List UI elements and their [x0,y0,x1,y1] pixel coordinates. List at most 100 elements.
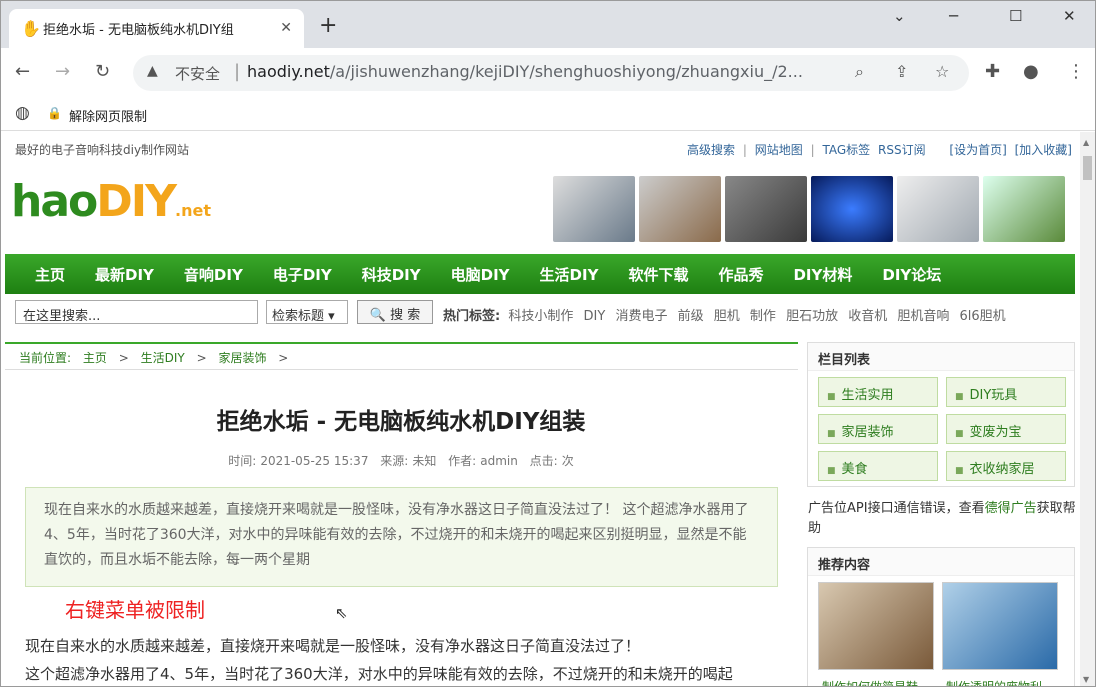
top-link[interactable]: TAG标签 [822,143,870,157]
hot-tag[interactable]: 胆石功放 [786,309,838,324]
minimize-button[interactable]: ─ [949,7,958,25]
main-nav: 主页 最新DIY 音响DIY 电子DIY 科技DIY 电脑DIY 生活DIY 软… [5,254,1075,294]
recommend-image[interactable] [942,582,1058,670]
top-link[interactable]: RSS订阅 [878,143,926,157]
address-bar[interactable]: ▲ 不安全 | haodiy.net/a/jishuwenzhang/kejiD… [133,55,969,91]
hot-tag[interactable]: 制作 [750,309,776,324]
recommend-title: 推荐内容 [808,548,1074,576]
nav-item[interactable]: 最新DIY [95,264,154,285]
ad-text: 广告位API接口通信错误，查看 [808,501,985,516]
top-bar: 最好的电子音响科技diy制作网站 高级搜索 | 网站地图 | TAG标签 RSS… [1,132,1080,162]
menu-icon[interactable]: ⋮ [1067,61,1085,82]
scroll-up-icon[interactable]: ▲ [1083,138,1089,147]
top-link[interactable]: 高级搜索 [687,143,735,157]
thumb-image[interactable] [983,176,1065,242]
meta-time-label: 时间: [228,454,257,468]
nav-item[interactable]: 音响DIY [184,264,243,285]
article-title: 拒绝水垢 - 无电脑板纯水机DIY组装 [216,409,586,435]
thumb-image[interactable] [639,176,721,242]
hot-tag[interactable]: 胆机音响 [897,309,949,324]
zoom-icon[interactable]: ⌕ [855,62,864,82]
scroll-thumb[interactable] [1083,156,1092,180]
hand-icon: ✋ [21,19,41,38]
recommend-caption[interactable]: 制作如何做简易鞋 [822,678,918,686]
bullet-icon: ■ [827,466,836,476]
recommend-caption[interactable]: 制作透明的废物利 [946,678,1042,686]
ad-link[interactable]: 德得广告 [985,501,1037,516]
tab-search-icon[interactable]: ⌄ [893,7,906,25]
warning-icon[interactable]: ▲ [147,63,158,79]
nav-item[interactable]: 电脑DIY [451,264,510,285]
thumb-image[interactable] [725,176,807,242]
nav-item[interactable]: 电子DIY [273,264,332,285]
reload-icon[interactable]: ↻ [95,61,110,82]
recommend-image[interactable] [818,582,934,670]
hot-tag[interactable]: 前级 [678,309,704,324]
category-box: 栏目列表 ■ 生活实用 ■ DIY玩具 ■ 家居装饰 ■ 变废为宝 ■ 美食 ■ 衣收纳家居 [807,342,1075,487]
category-item[interactable]: ■ 家居装饰 [818,414,938,444]
bookmark-unlock[interactable]: 解除网页限制 [69,106,147,125]
category-label: 美食 [841,462,868,477]
close-window-button[interactable]: ✕ [1063,7,1076,25]
star-icon[interactable]: ☆ [935,62,949,81]
hot-tag[interactable]: 收音机 [848,309,887,324]
hot-tag[interactable]: 胆机 [714,309,740,324]
category-item[interactable]: ■ 衣收纳家居 [946,451,1066,481]
meta-author-label: 作者: [448,454,477,468]
top-link[interactable]: 网站地图 [755,143,803,157]
bullet-icon: ■ [955,392,964,402]
recommend-box: 推荐内容 制作如何做简易鞋 制作透明的废物利 [807,547,1075,686]
hot-tag[interactable]: 科技小制作 [508,309,573,324]
search-input[interactable]: 在这里搜索... [15,300,258,324]
scrollbar[interactable]: ▲ ▼ [1080,132,1095,686]
hot-tag[interactable]: 消费电子 [615,309,667,324]
close-tab-icon[interactable]: ✕ [280,20,292,36]
share-icon[interactable]: ⇪ [895,62,908,81]
category-label: 生活实用 [841,388,894,403]
hot-tag[interactable]: DIY [584,309,606,324]
nav-item[interactable]: DIY论坛 [882,264,941,285]
profile-icon[interactable]: ● [1023,61,1039,82]
thumb-image[interactable] [553,176,635,242]
context-menu-notice: 右键菜单被限制 [65,598,205,622]
breadcrumb-item[interactable]: 家居装饰 [218,351,266,365]
forward-icon[interactable]: → [55,61,70,82]
search-type-select[interactable]: 检索标题 ▾ [266,300,348,324]
url-text[interactable]: haodiy.net/a/jishuwenzhang/kejiDIY/sheng… [247,62,837,81]
extensions-icon[interactable]: ✚ [985,61,1000,82]
breadcrumb-item[interactable]: 生活DIY [141,351,185,365]
breadcrumb-sep: > [118,351,129,365]
top-link[interactable]: [加入收藏] [1015,143,1072,157]
search-button[interactable]: 🔍 搜 索 [357,300,433,324]
nav-item[interactable]: 生活DIY [540,264,599,285]
thumb-image[interactable] [897,176,979,242]
hot-tag[interactable]: 6l6胆机 [960,309,1006,324]
thumb-image[interactable] [811,176,893,242]
category-item[interactable]: ■ 生活实用 [818,377,938,407]
top-link[interactable]: [设为首页] [949,143,1006,157]
breadcrumb: 当前位置: 主页 > 生活DIY > 家居装饰 > [5,342,798,370]
nav-item[interactable]: 作品秀 [718,264,763,285]
tab-active[interactable]: ✋ 拒绝水垢 - 无电脑板纯水机DIY组 ✕ [9,9,304,48]
category-item[interactable]: ■ DIY玩具 [946,377,1066,407]
browser-window: ✋ 拒绝水垢 - 无电脑板纯水机DIY组 ✕ + ⌄ ─ ☐ ✕ ← → ↻ ▲… [0,0,1096,687]
nav-item[interactable]: 科技DIY [362,264,421,285]
category-item[interactable]: ■ 美食 [818,451,938,481]
nav-item[interactable]: DIY材料 [793,264,852,285]
nav-item[interactable]: 主页 [35,264,65,285]
nav-item[interactable]: 软件下载 [628,264,688,285]
new-tab-button[interactable]: + [319,13,337,38]
breadcrumb-item[interactable]: 主页 [83,351,107,365]
back-icon[interactable]: ← [15,61,30,82]
body-line: 现在自来水的水质越来越差，直接烧开来喝就是一股怪味，没有净水器这日子简直没法过了… [25,637,641,655]
scroll-down-icon[interactable]: ▼ [1083,675,1089,684]
site-logo[interactable]: haoDIY.net [11,176,211,227]
logo-diy: DIY [96,176,177,227]
bullet-icon: ■ [955,466,964,476]
maximize-button[interactable]: ☐ [1009,7,1022,25]
category-label: DIY玩具 [969,388,1018,403]
category-item[interactable]: ■ 变废为宝 [946,414,1066,444]
site-slogan: 最好的电子音响科技diy制作网站 [15,143,190,157]
search-row: 在这里搜索... 检索标题 ▾ 🔍 搜 索 热门标签: 科技小制作 DIY 消费… [1,295,1080,330]
web-page: 最好的电子音响科技diy制作网站 高级搜索 | 网站地图 | TAG标签 RSS… [1,132,1080,686]
